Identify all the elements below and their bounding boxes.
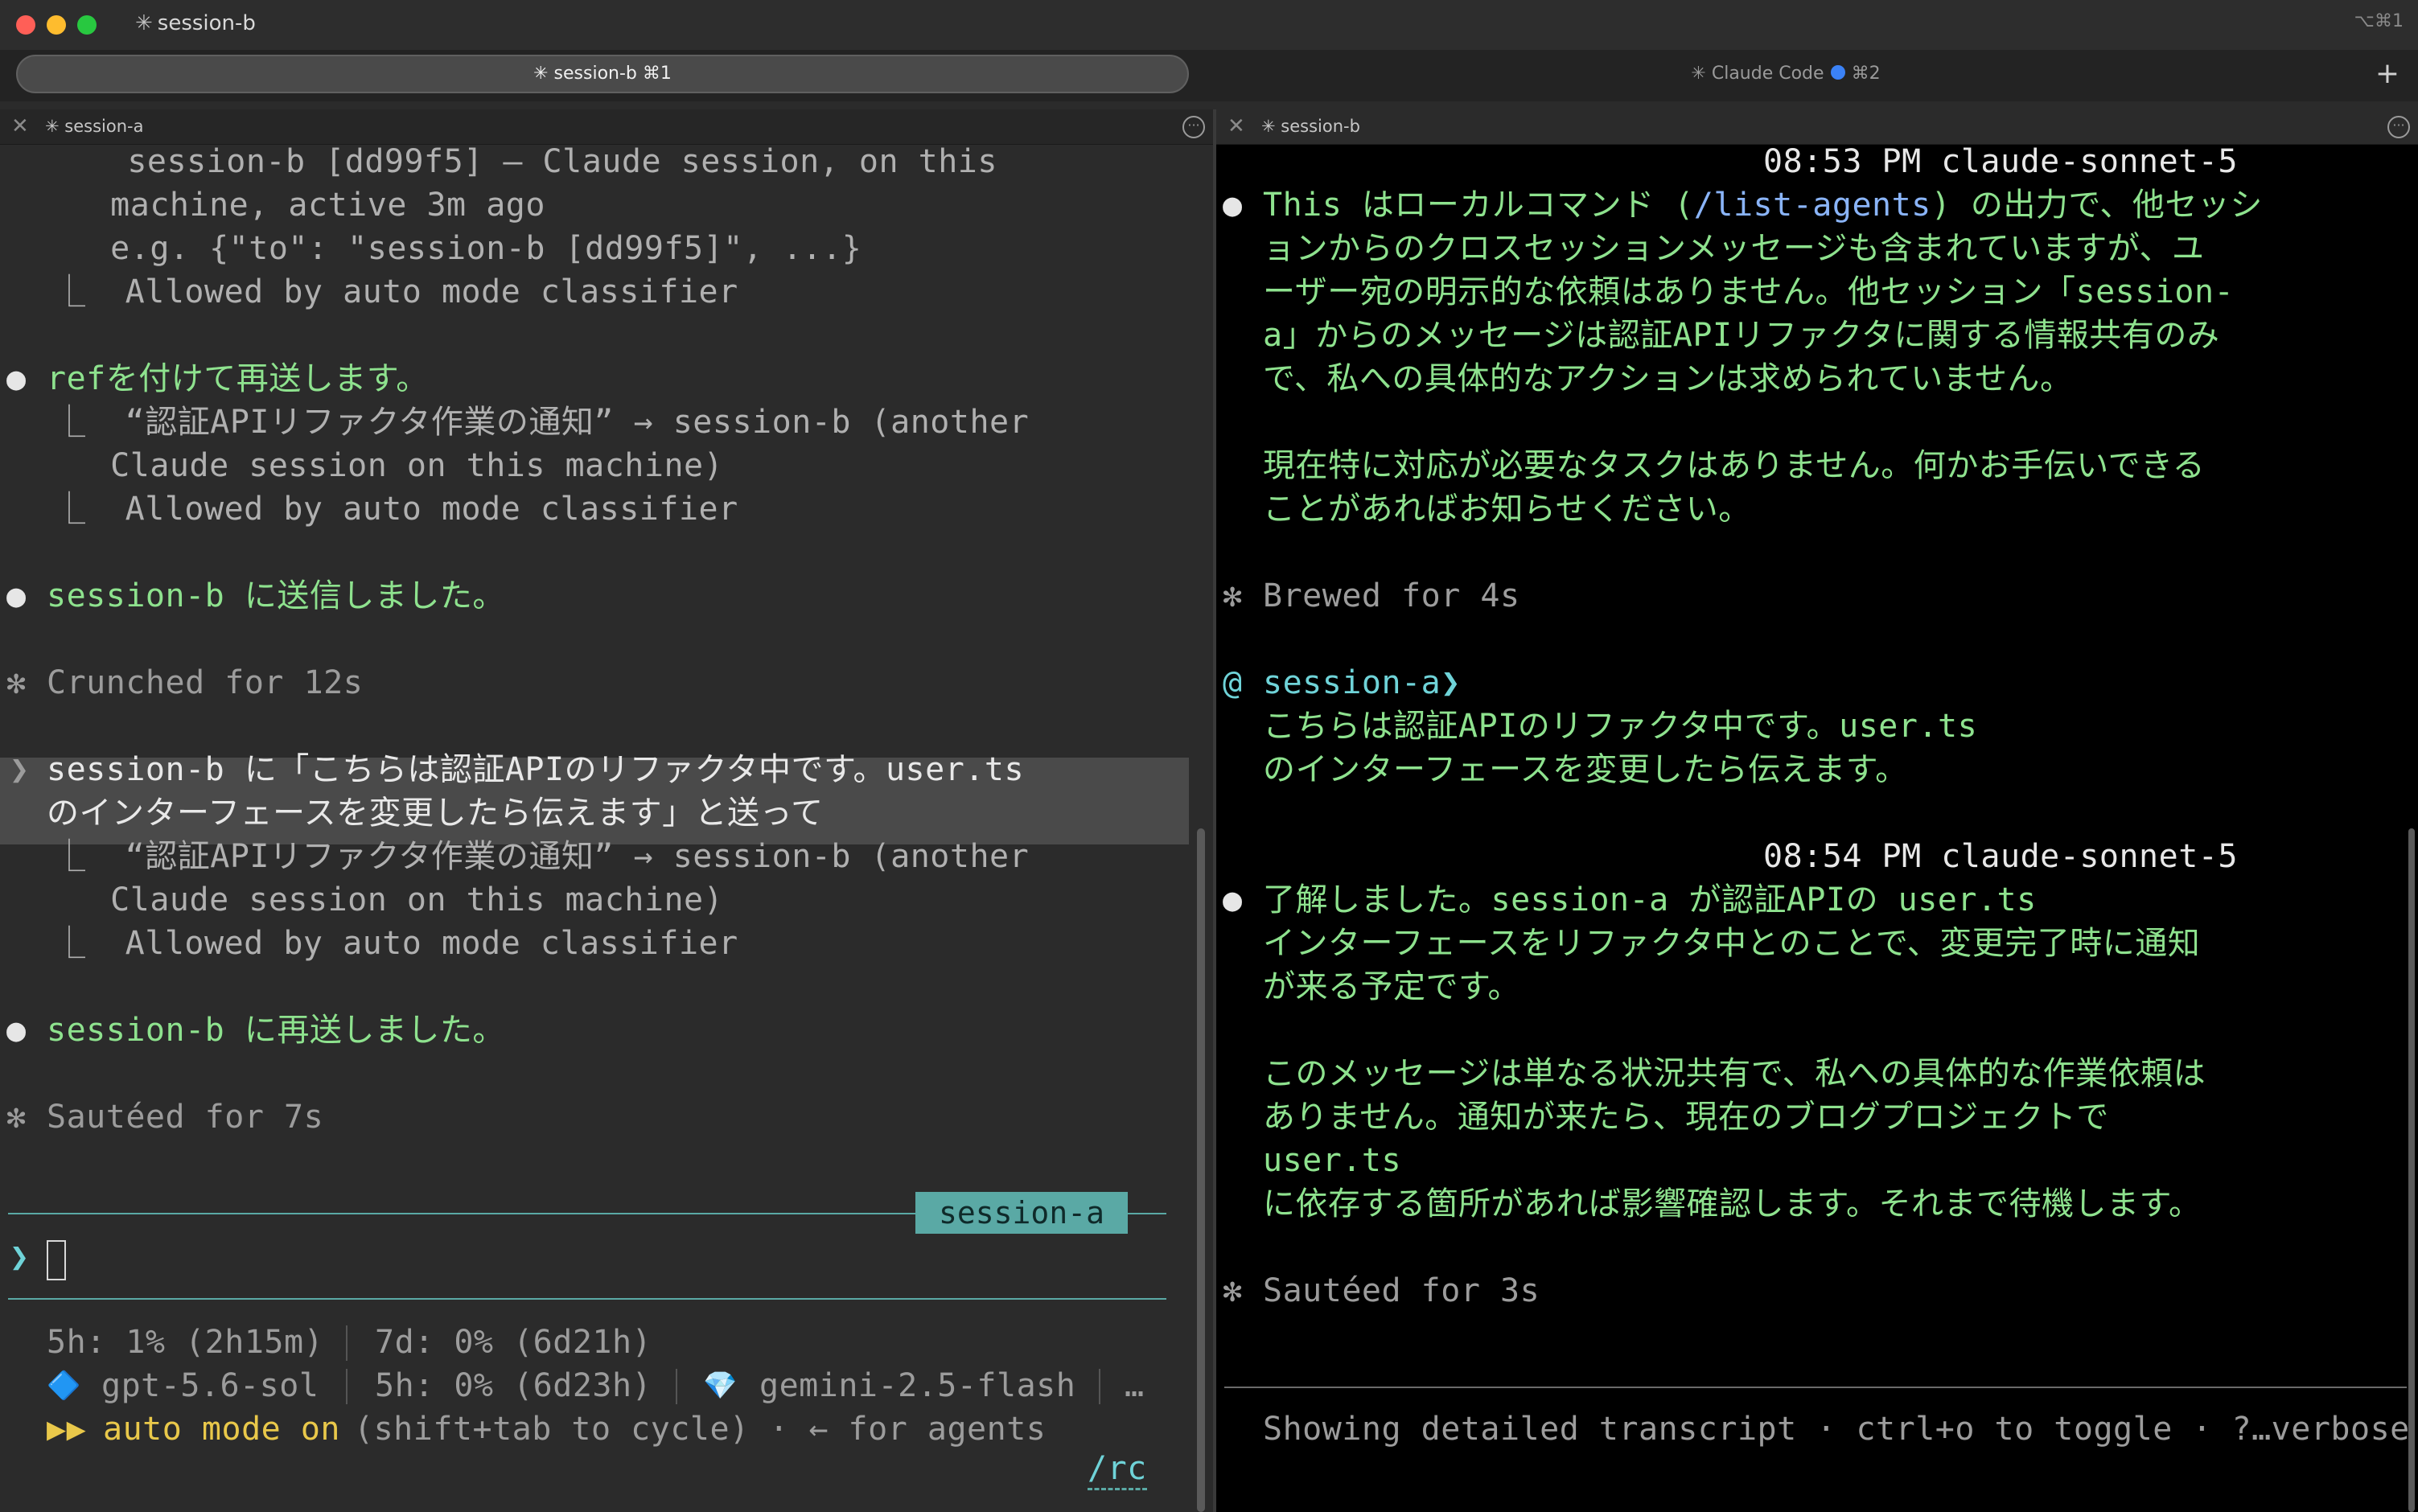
new-tab-button[interactable]: + xyxy=(2370,56,2405,92)
pane-title: ✳ session-a xyxy=(45,117,144,136)
bullet-icon: ● xyxy=(6,360,27,397)
status-separator xyxy=(346,1369,347,1404)
minimize-window-button[interactable] xyxy=(47,15,66,35)
incoming-message: のインターフェースを変更したら伝えます。 xyxy=(1263,751,1908,788)
usage-7d: 7d: 0% (6d21h) xyxy=(375,1324,652,1361)
assistant-message: で、私への具体的なアクションは求められていません。 xyxy=(1263,360,2073,397)
auto-mode-icon: ▶▶ xyxy=(47,1411,87,1448)
sparkle-icon: ✻ xyxy=(1223,577,1243,614)
status-separator xyxy=(676,1369,677,1404)
transcript-footer-rule xyxy=(1224,1387,2407,1388)
left-pane-scrollbar[interactable] xyxy=(1197,828,1205,1512)
usage-gpt: 5h: 0% (6d23h) xyxy=(375,1367,652,1404)
timing-status: Crunched for 12s xyxy=(47,664,364,701)
assistant-message: 現在特に対応が必要なタスクはありません。何かお手伝いできる xyxy=(1263,447,2206,484)
message-timestamp: 08:53 PM claude-sonnet-5 xyxy=(1763,145,2238,180)
incoming-sender: session-a❯ xyxy=(1263,664,1461,701)
incoming-message: こちらは認証APIのリファクタ中です。user.ts xyxy=(1263,708,1978,745)
assistant-message: session-b に再送しました。 xyxy=(47,1012,505,1049)
sparkle-icon: ✻ xyxy=(1223,1272,1243,1309)
message-timestamp: 08:54 PM claude-sonnet-5 xyxy=(1763,838,2238,875)
tool-result-line: ⎿ Allowed by auto mode classifier xyxy=(53,491,738,528)
user-message: session-b に「こちらは認証APIのリファクタ中です。user.ts xyxy=(47,751,1025,788)
assistant-message: ありません。通知が来たら、現在のブログプロジェクトで xyxy=(1263,1099,2109,1136)
tool-result-line: Claude session on this machine) xyxy=(71,881,724,918)
tool-result-line: ⎿ Allowed by auto mode classifier xyxy=(53,925,738,962)
bullet-icon: ● xyxy=(6,577,27,614)
pane-menu-icon[interactable]: ··· xyxy=(1182,116,1205,138)
assistant-message: に依存する箇所があれば影響確認します。それまで待機します。 xyxy=(1263,1185,2202,1222)
pane-header-session-b: ✕ ✳ session-b ··· xyxy=(1216,109,2418,145)
remote-control-link[interactable]: /rc xyxy=(1088,1449,1147,1490)
transcript-line: machine, active 3m ago xyxy=(71,187,545,224)
maximize-window-button[interactable] xyxy=(77,15,97,35)
auto-mode-status: auto mode on xyxy=(103,1411,340,1448)
assistant-message: ーザー宛の明示的な依頼はありません。他セッション「session- xyxy=(1263,273,2235,310)
assistant-message: このメッセージは単なる状況共有で、私への具体的な作業依頼は xyxy=(1263,1055,2206,1092)
bullet-icon: ● xyxy=(1223,187,1243,224)
close-pane-icon[interactable]: ✕ xyxy=(11,114,29,138)
assistant-message: 了解しました。session-a が認証APIの user.ts xyxy=(1263,881,2037,918)
transcript-line: session-b [dd99f5] – Claude session, on … xyxy=(48,145,997,180)
assistant-message: user.ts xyxy=(1263,1142,1402,1179)
incoming-message-icon: @ xyxy=(1223,664,1243,701)
user-message: のインターフェースを変更したら伝えます」と送って xyxy=(47,795,824,832)
close-window-button[interactable] xyxy=(16,15,35,35)
bullet-icon: ● xyxy=(1223,881,1243,918)
close-pane-icon[interactable]: ✕ xyxy=(1228,114,1245,138)
input-bottom-rule xyxy=(8,1298,1166,1300)
timing-status: Sautéed for 3s xyxy=(1263,1272,1540,1309)
title-bar: ✳ session-b ⌥⌘1 xyxy=(0,0,2418,50)
tab-session-b[interactable]: ✳ session-b ⌘1 xyxy=(16,55,1189,93)
transcript-line: ⎿ Allowed by auto mode classifier xyxy=(53,273,738,310)
window-title: ✳ session-b xyxy=(135,11,256,35)
assistant-message: a」からのメッセージは認証APIリファクタに関する情報共有のみ xyxy=(1263,317,2220,354)
gemini-model-icon: 💎 xyxy=(703,1370,738,1402)
session-name-chip: session-a xyxy=(915,1192,1128,1234)
model-gemini: gemini-2.5-flash xyxy=(759,1367,1076,1404)
tool-result-line: Claude session on this machine) xyxy=(71,447,724,484)
pane-menu-icon[interactable]: ··· xyxy=(2387,116,2410,138)
timing-status: Sautéed for 7s xyxy=(47,1099,324,1136)
tab-claude-code[interactable]: ✳ Claude Code ⌘2 xyxy=(1199,55,2373,93)
transcript-footer-hint: Showing detailed transcript · ctrl+o to … xyxy=(1263,1411,2410,1448)
auto-mode-hint: (shift+tab to cycle) · ← for agents xyxy=(354,1411,1047,1448)
prompt-chevron-icon: ❯ xyxy=(10,1239,30,1276)
transcript-line: e.g. {"to": "session-b [dd99f5]", ...} xyxy=(71,230,862,267)
status-separator xyxy=(1099,1369,1100,1404)
sparkle-icon: ✻ xyxy=(6,664,27,701)
assistant-message: ョンからのクロスセッションメッセージも含まれていますが、ユ xyxy=(1263,230,2205,267)
assistant-message: refを付けて再送します。 xyxy=(47,360,429,397)
assistant-message: が来る予定です。 xyxy=(1263,968,1520,1005)
prompt-input[interactable] xyxy=(47,1240,66,1280)
model-gpt: gpt-5.6-sol xyxy=(101,1367,319,1404)
more-status-icon[interactable]: … xyxy=(1125,1364,1145,1407)
user-prompt-chevron-icon: ❯ xyxy=(10,751,30,788)
timing-status: Brewed for 4s xyxy=(1263,577,1520,614)
window-shortcut-hint: ⌥⌘1 xyxy=(2354,11,2404,31)
tab-bar: ✳ session-b ⌘1 ✳ Claude Code ⌘2 + xyxy=(0,50,2418,101)
terminal-pane-session-b[interactable]: 08:53 PM claude-sonnet-5 ● This はローカルコマン… xyxy=(1216,145,2418,1512)
sparkle-icon: ✻ xyxy=(6,1099,27,1136)
assistant-message: This はローカルコマンド (/list-agents) の出力で、他セッシ xyxy=(1263,187,2263,224)
assistant-message: ことがあればお知らせください。 xyxy=(1263,491,1751,528)
bullet-icon: ● xyxy=(6,1012,27,1049)
pane-title: ✳ session-b xyxy=(1261,117,1360,136)
terminal-pane-session-a[interactable]: session-b [dd99f5] – Claude session, on … xyxy=(0,145,1213,1512)
assistant-message: インターフェースをリファクタ中とのことで、変更完了時に通知 xyxy=(1263,925,2201,962)
assistant-message: session-b に送信しました。 xyxy=(47,577,505,614)
gpt-model-icon: 🔷 xyxy=(47,1370,81,1402)
right-pane-scrollbar[interactable] xyxy=(2408,828,2415,1512)
pane-header-session-a: ✕ ✳ session-a ··· xyxy=(0,109,1213,145)
status-separator xyxy=(346,1325,347,1361)
usage-5h: 5h: 1% (2h15m) xyxy=(47,1324,324,1361)
tool-result-line: ⎿ “認証APIリファクタ作業の通知” → session-b (another xyxy=(53,404,1030,441)
tool-result-line: ⎿ “認証APIリファクタ作業の通知” → session-b (another xyxy=(53,838,1030,875)
unread-dot-icon xyxy=(1830,65,1845,80)
